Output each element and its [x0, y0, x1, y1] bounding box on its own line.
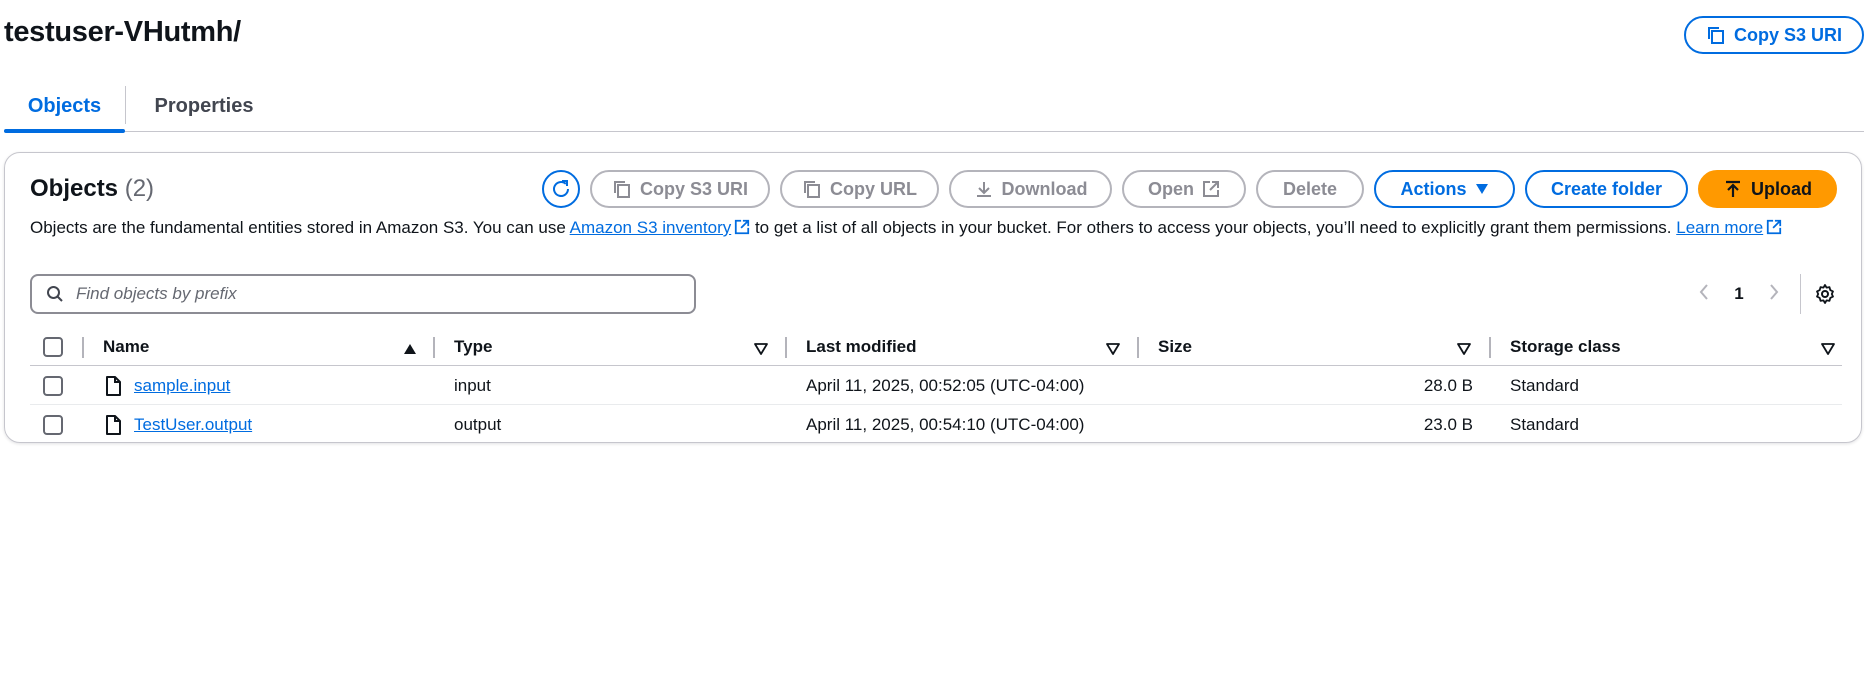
sort-caret-icon[interactable]: [1457, 342, 1471, 360]
pager-divider: [1800, 274, 1801, 314]
open-button[interactable]: Open: [1122, 170, 1246, 208]
gear-icon: [1816, 284, 1834, 304]
upload-label: Upload: [1751, 178, 1812, 199]
search-icon: [47, 286, 63, 302]
copy-url-button[interactable]: Copy URL: [780, 170, 939, 208]
current-page[interactable]: 1: [1722, 284, 1756, 304]
column-header-name[interactable]: Name: [103, 329, 149, 365]
objects-heading-label: Objects: [30, 175, 119, 202]
copy-s3-uri-button-header[interactable]: Copy S3 URI: [1684, 16, 1864, 54]
learn-more-link[interactable]: Learn more: [1676, 218, 1782, 237]
copy-icon: [1707, 27, 1724, 44]
external-link-icon: [1767, 219, 1782, 235]
search-input[interactable]: [76, 284, 656, 304]
column-header-storage-class[interactable]: Storage class: [1510, 329, 1621, 365]
column-divider[interactable]: [1489, 337, 1491, 358]
tab-bar: Objects Properties: [4, 80, 1864, 133]
row-checkbox[interactable]: [43, 375, 63, 396]
object-storage-class: Standard: [1510, 375, 1579, 395]
object-name[interactable]: TestUser.output: [134, 415, 252, 435]
s3-inventory-link-label: Amazon S3 inventory: [569, 218, 732, 237]
upload-button[interactable]: Upload: [1698, 170, 1837, 208]
objects-table: Name Type Last modified Size Storage cla…: [30, 329, 1842, 444]
chevron-right-icon: [1770, 284, 1779, 300]
objects-heading: Objects (2): [30, 175, 154, 203]
tab-properties[interactable]: Properties: [126, 80, 282, 132]
column-divider: [82, 337, 84, 358]
row-checkbox[interactable]: [43, 414, 63, 435]
object-last-modified: April 11, 2025, 00:52:05 (UTC-04:00): [806, 375, 1085, 395]
s3-inventory-link[interactable]: Amazon S3 inventory: [570, 218, 751, 237]
refresh-icon: [553, 180, 569, 197]
chevron-left-icon: [1699, 284, 1708, 300]
object-name-link[interactable]: sample.input: [134, 366, 230, 405]
next-page-button[interactable]: [1756, 281, 1792, 307]
caret-down-icon: [1475, 184, 1488, 194]
table-row: TestUser.output output April 11, 2025, 0…: [30, 405, 1842, 444]
delete-button[interactable]: Delete: [1256, 170, 1364, 208]
object-size: 23.0 B: [1423, 414, 1473, 434]
column-header-type[interactable]: Type: [454, 329, 492, 365]
table-header: Name Type Last modified Size Storage cla…: [30, 329, 1842, 366]
object-type: input: [454, 375, 491, 395]
object-storage-class: Standard: [1510, 414, 1579, 434]
row-select-cell: [43, 405, 63, 444]
pagination: 1: [1686, 274, 1837, 314]
download-label: Download: [1001, 178, 1088, 199]
sort-ascending-icon[interactable]: [403, 342, 417, 360]
copy-s3-uri-button[interactable]: Copy S3 URI: [590, 170, 770, 208]
open-label: Open: [1147, 178, 1194, 199]
sort-caret-icon[interactable]: [754, 342, 768, 360]
learn-more-label: Learn more: [1676, 218, 1764, 237]
copy-icon: [804, 181, 820, 198]
tab-objects[interactable]: Objects: [4, 80, 125, 133]
description-text-after: to get a list of all objects in your buc…: [750, 218, 1677, 237]
select-all-checkbox[interactable]: [43, 337, 63, 357]
copy-s3-uri-label: Copy S3 URI: [639, 178, 749, 199]
object-last-modified: April 11, 2025, 00:54:10 (UTC-04:00): [806, 414, 1085, 434]
previous-page-button[interactable]: [1686, 281, 1722, 307]
delete-label: Delete: [1282, 178, 1338, 199]
copy-url-label: Copy URL: [830, 178, 917, 199]
download-button[interactable]: Download: [949, 170, 1112, 208]
table-row: sample.input input April 11, 2025, 00:52…: [30, 366, 1842, 405]
select-all-cell: [43, 329, 63, 365]
file-icon: [105, 366, 122, 405]
description-text-before: Objects are the fundamental entities sto…: [30, 218, 570, 237]
external-link-icon: [1203, 181, 1219, 197]
copy-icon: [613, 181, 630, 198]
sort-caret-icon[interactable]: [1821, 342, 1835, 360]
file-icon: [105, 405, 122, 444]
column-divider[interactable]: [433, 337, 435, 358]
objects-count: (2): [124, 175, 155, 202]
external-link-icon: [735, 219, 750, 235]
actions-dropdown[interactable]: Actions: [1374, 170, 1515, 208]
row-select-cell: [43, 366, 63, 405]
objects-toolbar: Copy S3 URI Copy URL Download Open Delet…: [542, 170, 1837, 208]
search-box: [30, 274, 696, 314]
column-divider[interactable]: [1137, 337, 1139, 358]
refresh-button[interactable]: [542, 170, 580, 208]
column-header-size[interactable]: Size: [1158, 329, 1192, 365]
upload-icon: [1726, 180, 1740, 197]
object-type: output: [454, 414, 502, 434]
actions-label: Actions: [1400, 178, 1467, 199]
object-size: 28.0 B: [1423, 375, 1473, 395]
create-folder-label: Create folder: [1550, 178, 1663, 199]
table-settings-button[interactable]: [1813, 282, 1837, 306]
object-name[interactable]: sample.input: [134, 376, 230, 396]
objects-panel: Objects (2) Copy S3 URI Copy URL Downloa…: [4, 152, 1862, 443]
column-divider[interactable]: [785, 337, 787, 358]
column-header-last-modified[interactable]: Last modified: [806, 329, 917, 365]
copy-s3-uri-label: Copy S3 URI: [1733, 24, 1843, 45]
object-name-link[interactable]: TestUser.output: [134, 405, 252, 444]
objects-description: Objects are the fundamental entities sto…: [30, 215, 1830, 240]
page-title: testuser-VHutmh/: [4, 16, 241, 48]
sort-caret-icon[interactable]: [1106, 342, 1120, 360]
create-folder-button[interactable]: Create folder: [1525, 170, 1688, 208]
download-icon: [976, 182, 991, 197]
